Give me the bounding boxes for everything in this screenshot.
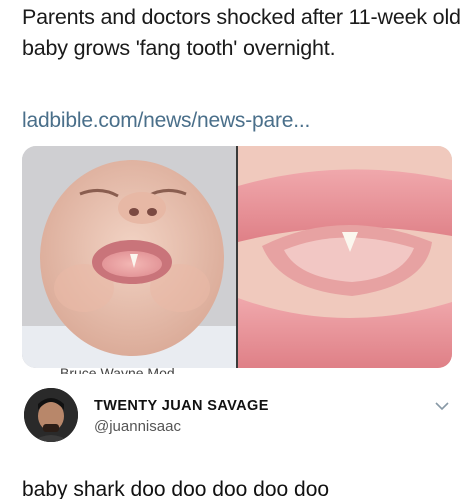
article-image[interactable] [22, 146, 452, 368]
article-link[interactable]: ladbible.com/news/news-pare... [22, 108, 310, 134]
baby-photo-collage [22, 146, 452, 368]
display-name[interactable]: TWENTY JUAN SAVAGE [94, 398, 269, 414]
headline: Parents and doctors shocked after 11-wee… [22, 5, 461, 60]
user-handle[interactable]: @juannisaac [94, 418, 181, 435]
avatar-image [24, 388, 78, 442]
tweet-text: baby shark doo doo doo doo doo [22, 478, 330, 499]
avatar[interactable] [24, 388, 78, 442]
image-caption: Bruce Wayne Mod [60, 366, 175, 374]
tweet-header: TWENTY JUAN SAVAGE @juannisaac [20, 384, 460, 448]
chevron-down-icon[interactable] [434, 398, 450, 414]
